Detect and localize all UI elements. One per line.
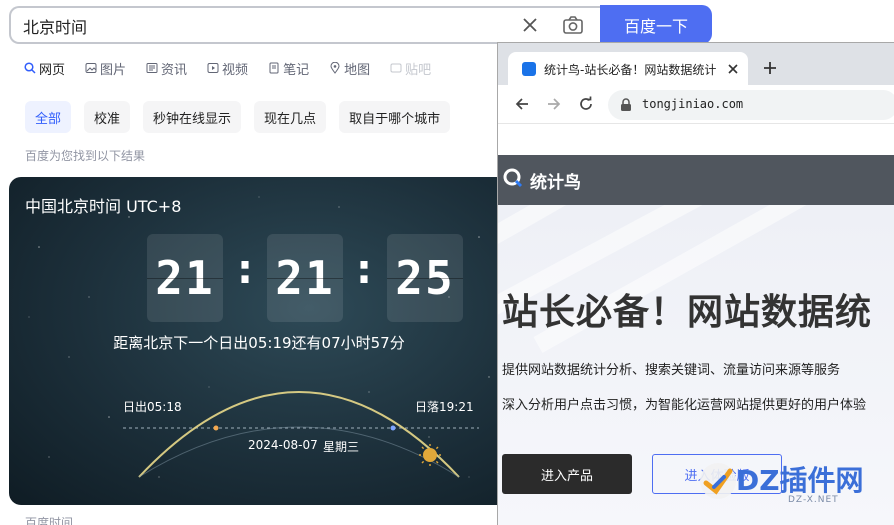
close-icon[interactable] — [726, 62, 740, 76]
tab-label: 贴吧 — [405, 62, 432, 78]
clear-icon[interactable] — [520, 15, 540, 35]
tab-notes[interactable]: 笔记 — [268, 58, 309, 78]
weekday-text: 星期三 — [323, 440, 360, 454]
tab-map[interactable]: 地图 — [329, 58, 370, 78]
tab-images[interactable]: 图片 — [85, 58, 126, 78]
url-text: tongjiniao.com — [642, 97, 744, 111]
browser-window: 统计鸟-站长必备！网站数据统计 tongjiniao.com 统计鸟 站长必备！… — [497, 42, 894, 525]
chip-calibrate[interactable]: 校准 — [84, 101, 131, 133]
clock-colon: : — [237, 247, 253, 293]
search-button[interactable]: 百度一下 — [600, 5, 712, 44]
site-header: 统计鸟 — [498, 155, 894, 205]
site-name[interactable]: 统计鸟 — [530, 168, 581, 193]
sun-arc — [138, 391, 460, 478]
reload-icon[interactable] — [578, 96, 594, 112]
result-count: 百度为您找到以下结果 — [25, 149, 146, 163]
tab-title: 统计鸟-站长必备！网站数据统计 — [544, 63, 717, 77]
sunrise-label: 日出05:18 — [123, 400, 182, 414]
tab-news[interactable]: 资讯 — [146, 58, 187, 78]
tieba-icon — [390, 63, 402, 73]
browser-toolbar: tongjiniao.com — [498, 85, 894, 123]
tab-label: 地图 — [344, 62, 371, 78]
note-icon — [269, 62, 279, 74]
hero-title: 站长必备！网站数据统 — [502, 292, 873, 333]
clock-title: 中国北京时间 UTC+8 — [25, 197, 182, 216]
enter-product-button[interactable]: 进入产品 — [502, 454, 632, 494]
camera-icon[interactable] — [562, 14, 584, 36]
news-icon — [146, 63, 158, 73]
chip-seconds-online[interactable]: 秒钟在线显示 — [143, 101, 242, 133]
tab-label: 网页 — [39, 62, 66, 78]
date-text: 2024-08-07 — [248, 438, 318, 452]
lock-icon — [621, 98, 631, 111]
tab-label: 视频 — [222, 62, 249, 78]
sunrise-countdown: 距离北京下一个日出05:19还有07小时57分 — [113, 334, 405, 352]
new-tab-icon[interactable] — [762, 60, 778, 76]
search-tabs: 网页 图片 资讯 视频 笔记 地图 贴吧 — [24, 58, 451, 78]
toolbar-divider — [498, 123, 894, 124]
search-icon — [24, 62, 36, 74]
watermark-subtext: DZ-X.NET — [788, 495, 839, 505]
chip-which-city[interactable]: 取自于哪个城市 — [339, 101, 451, 133]
forward-icon[interactable] — [546, 96, 562, 112]
hero-description: 深入分析用户点击习惯，为智能化运营网站提供更好的用户体验 — [502, 398, 867, 413]
video-icon — [207, 63, 219, 73]
watermark-text: DZ插件网 — [736, 464, 864, 497]
tab-label: 资讯 — [161, 62, 188, 78]
sunset-dot — [390, 425, 396, 431]
hero-description: 提供网站数据统计分析、搜索关键词、流量访问来源等服务 — [502, 363, 841, 378]
watermark-logo-icon — [700, 463, 736, 499]
search-box[interactable] — [9, 6, 601, 44]
image-icon — [85, 63, 97, 73]
tab-label: 图片 — [100, 62, 127, 78]
clock-card: 中国北京时间 UTC+8 21 : 21 : 25 距离北京下一个日出05:19… — [9, 177, 509, 505]
map-icon — [330, 62, 340, 74]
clock-minutes: 21 — [267, 234, 343, 322]
favicon-icon — [522, 62, 536, 76]
clock-seconds: 25 — [387, 234, 463, 322]
sunrise-dot — [213, 425, 219, 431]
clock-colon: : — [356, 247, 372, 293]
result-source: 百度时间 — [25, 516, 74, 525]
tab-strip: 统计鸟-站长必备！网站数据统计 — [498, 43, 894, 85]
clock-hours: 21 — [147, 234, 223, 322]
chip-all[interactable]: 全部 — [25, 101, 72, 133]
back-icon[interactable] — [514, 96, 530, 112]
tab-web[interactable]: 网页 — [24, 58, 65, 78]
watermark: DZ插件网 DZ-X.NET — [696, 455, 886, 515]
tab-video[interactable]: 视频 — [207, 58, 248, 78]
search-input[interactable] — [23, 16, 503, 36]
address-bar[interactable]: tongjiniao.com — [608, 90, 894, 120]
sunset-label: 日落19:21 — [415, 400, 474, 414]
tab-tieba[interactable]: 贴吧 — [390, 58, 431, 78]
tab-label: 笔记 — [283, 62, 310, 78]
filter-chips: 全部 校准 秒钟在线显示 现在几点 取自于哪个城市 — [25, 101, 463, 133]
chip-what-time[interactable]: 现在几点 — [254, 101, 327, 133]
site-logo-icon — [503, 168, 523, 188]
browser-tab[interactable]: 统计鸟-站长必备！网站数据统计 — [508, 52, 748, 85]
